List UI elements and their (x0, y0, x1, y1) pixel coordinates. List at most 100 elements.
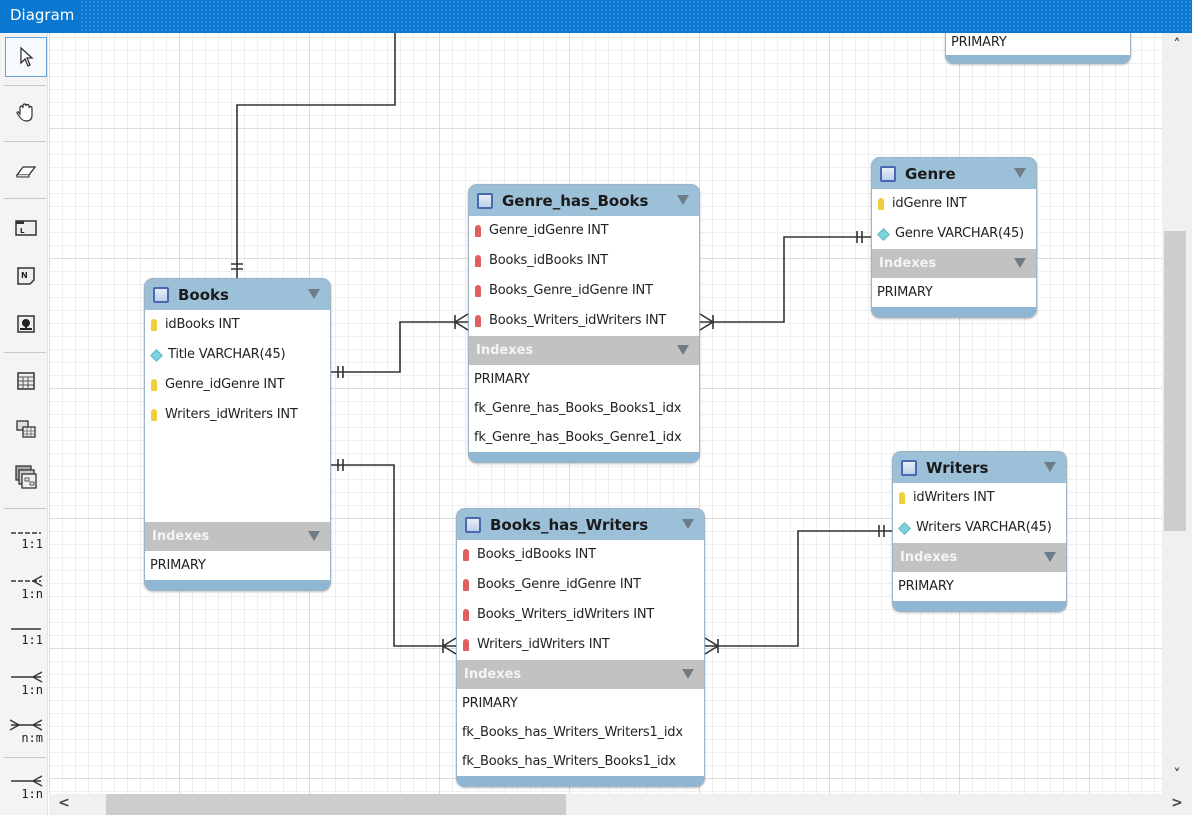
rel-label: 1:n (21, 787, 43, 801)
collapse-caret-icon[interactable] (308, 531, 320, 541)
routine-group-tool-button[interactable] (5, 457, 47, 497)
hand-icon (16, 103, 33, 122)
indexes-header[interactable]: Indexes (893, 543, 1066, 572)
relationship-books-books-has-writers (331, 464, 456, 647)
entity-header[interactable]: Genre (872, 158, 1036, 189)
entity-books-has-writers[interactable]: Books_has_Writers Books_idBooks INT Book… (456, 508, 705, 787)
view-tool-button[interactable] (5, 409, 47, 449)
hand-tool-button[interactable] (5, 93, 47, 133)
collapse-caret-icon[interactable] (308, 289, 320, 299)
horizontal-scroll-thumb[interactable] (106, 794, 566, 815)
table-icon (901, 459, 917, 476)
rel-1-n-non-identifying-button[interactable]: 1:n (5, 566, 47, 610)
column-row[interactable]: Books_Writers_idWriters INT (469, 306, 699, 336)
diagram-canvas[interactable]: PRIMARY Books idBooks INT Title VARCHAR(… (49, 33, 1162, 794)
routine-group-icon (15, 465, 37, 489)
vertical-scrollbar[interactable]: ˄ ˅ (1162, 33, 1192, 794)
entity-title: Genre_has_Books (502, 191, 649, 210)
column-row[interactable]: Books_idBooks INT (457, 540, 704, 570)
table-icon (153, 286, 169, 303)
indexes-header[interactable]: Indexes (457, 660, 704, 689)
dashed-line-icon (11, 532, 41, 534)
entity-header[interactable]: Writers (893, 452, 1066, 483)
entity-genre-has-books[interactable]: Genre_has_Books Genre_idGenre INT Books_… (468, 184, 700, 463)
table-tool-button[interactable] (5, 361, 47, 401)
collapse-caret-icon[interactable] (1014, 168, 1026, 178)
rel-label: n:m (21, 731, 43, 745)
column-row[interactable]: Genre VARCHAR(45) (872, 219, 1036, 249)
foreign-key-icon (475, 225, 481, 237)
scroll-down-arrow-icon[interactable]: ˅ (1167, 767, 1187, 783)
collapse-caret-icon[interactable] (682, 669, 694, 679)
layer-icon: L (15, 220, 37, 236)
layer-tool-button[interactable]: L (5, 208, 47, 248)
collapse-caret-icon[interactable] (1044, 552, 1056, 562)
foreign-key-icon (463, 609, 469, 621)
solid-crowfoot-icon (11, 671, 43, 683)
rel-n-m-identifying-button[interactable]: n:m (5, 710, 47, 754)
indexes-header[interactable]: Indexes (145, 522, 330, 551)
column-row[interactable]: Genre_idGenre INT (469, 216, 699, 246)
table-icon (465, 516, 481, 533)
foreign-key-icon (475, 315, 481, 327)
entity-partial-offscreen[interactable]: PRIMARY (945, 33, 1131, 64)
column-row[interactable]: Books_Genre_idGenre INT (457, 570, 704, 600)
scroll-up-arrow-icon[interactable]: ˄ (1167, 37, 1187, 53)
collapse-caret-icon[interactable] (677, 195, 689, 205)
collapse-caret-icon[interactable] (1044, 462, 1056, 472)
vertical-scroll-thumb[interactable] (1164, 231, 1186, 531)
column-row[interactable]: Genre_idGenre INT (145, 370, 330, 400)
column-row[interactable]: Books_Genre_idGenre INT (469, 276, 699, 306)
column-row[interactable]: Writers_idWriters INT (145, 400, 330, 430)
column-row[interactable]: Writers_idWriters INT (457, 630, 704, 660)
eraser-tool-button[interactable] (5, 150, 47, 190)
foreign-key-icon (475, 285, 481, 297)
view-icon (16, 420, 36, 438)
collapse-caret-icon[interactable] (1014, 258, 1026, 268)
entity-title: Books_has_Writers (490, 515, 649, 534)
column-row[interactable]: idWriters INT (893, 483, 1066, 513)
rel-1-n-identifying-button[interactable]: 1:n (5, 662, 47, 706)
svg-text:N: N (21, 271, 28, 280)
scroll-right-arrow-icon[interactable]: > (1167, 795, 1187, 811)
eraser-icon (15, 166, 37, 178)
note-tool-button[interactable]: N (5, 256, 47, 296)
indexes-header[interactable]: Indexes (872, 249, 1036, 278)
column-row[interactable]: idGenre INT (872, 189, 1036, 219)
column-row[interactable]: Books_idBooks INT (469, 246, 699, 276)
collapse-caret-icon[interactable] (677, 345, 689, 355)
rel-1-1-non-identifying-button[interactable]: 1:1 (5, 518, 47, 562)
rel-label: 1:1 (21, 537, 43, 551)
horizontal-scrollbar[interactable]: < > (49, 794, 1192, 815)
entity-title: Writers (926, 458, 989, 477)
rel-1-1-identifying-button[interactable]: 1:1 (5, 614, 47, 658)
primary-key-icon (899, 492, 905, 504)
image-tool-button[interactable] (5, 304, 47, 344)
column-row[interactable]: Books_Writers_idWriters INT (457, 600, 704, 630)
column-row[interactable]: idBooks INT (145, 310, 330, 340)
index-row: PRIMARY (893, 572, 1066, 601)
index-row: PRIMARY (946, 33, 1130, 55)
svg-text:L: L (20, 227, 25, 235)
column-row[interactable]: Title VARCHAR(45) (145, 340, 330, 370)
rel-label: 1:1 (21, 633, 43, 647)
entity-header[interactable]: Books_has_Writers (457, 509, 704, 540)
rel-1-n-existing-columns-button[interactable]: 1:n (5, 766, 47, 810)
column-row[interactable]: Writers VARCHAR(45) (893, 513, 1066, 543)
collapse-caret-icon[interactable] (682, 519, 694, 529)
entity-books[interactable]: Books idBooks INT Title VARCHAR(45) Genr… (144, 278, 331, 591)
entity-header[interactable]: Books (145, 279, 330, 310)
index-row: PRIMARY (872, 278, 1036, 307)
relationship-offscreen-books (236, 33, 396, 278)
entity-writers[interactable]: Writers idWriters INT Writers VARCHAR(45… (892, 451, 1067, 612)
note-icon: N (17, 267, 35, 285)
index-row: fk_Genre_has_Books_Genre1_idx (469, 423, 699, 452)
indexes-header[interactable]: Indexes (469, 336, 699, 365)
relationship-genre-genre-has-books (700, 236, 871, 323)
scroll-left-arrow-icon[interactable]: < (54, 795, 74, 811)
select-tool-button[interactable] (5, 37, 47, 77)
entity-genre[interactable]: Genre idGenre INT Genre VARCHAR(45) Inde… (871, 157, 1037, 318)
foreign-key-icon (463, 639, 469, 651)
table-icon (17, 372, 35, 390)
entity-header[interactable]: Genre_has_Books (469, 185, 699, 216)
